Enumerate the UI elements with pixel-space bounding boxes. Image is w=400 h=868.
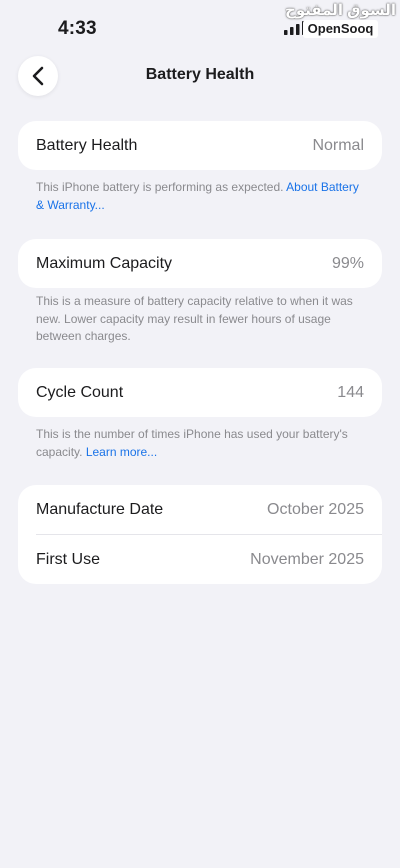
status-time: 4:33	[58, 18, 97, 39]
battery-health-footnote-text: This iPhone battery is performing as exp…	[36, 180, 287, 194]
status-bar: 4:33 4G السوق المفتوح OpenSooq	[0, 0, 400, 56]
manufacture-date-label: Manufacture Date	[36, 500, 164, 518]
battery-health-card: Battery Health Normal	[18, 121, 382, 170]
first-use-value: November 2025	[250, 550, 364, 568]
cycle-count-value: 144	[337, 383, 364, 401]
maximum-capacity-label: Maximum Capacity	[36, 254, 173, 272]
cycle-count-footnote-text: This is the number of times iPhone has u…	[36, 427, 348, 459]
dates-card: Manufacture Date October 2025 First Use …	[18, 485, 382, 584]
opensooq-watermark: السوق المفتوح OpenSooq	[285, 2, 396, 38]
learn-more-link[interactable]: Learn more...	[86, 445, 157, 459]
cycle-count-card: Cycle Count 144	[18, 368, 382, 417]
battery-health-label: Battery Health	[36, 136, 138, 154]
cycle-count-label: Cycle Count	[36, 383, 124, 401]
maximum-capacity-value: 99%	[331, 254, 364, 272]
manufacture-date-value: October 2025	[267, 500, 364, 518]
battery-health-value: Normal	[312, 136, 364, 154]
watermark-arabic-text: السوق المفتوح	[285, 2, 396, 19]
battery-health-row: Battery Health Normal	[18, 121, 382, 170]
cycle-count-row: Cycle Count 144	[18, 368, 382, 417]
battery-health-footnote: This iPhone battery is performing as exp…	[36, 179, 366, 214]
watermark-brand-text: OpenSooq	[302, 20, 379, 38]
first-use-label: First Use	[36, 550, 100, 568]
maximum-capacity-footnote: This is a measure of battery capacity re…	[36, 294, 353, 343]
page-title: Battery Health	[145, 66, 255, 83]
first-use-row: First Use November 2025	[18, 535, 382, 584]
manufacture-date-row: Manufacture Date October 2025	[18, 485, 382, 534]
maximum-capacity-row: Maximum Capacity 99%	[18, 239, 382, 288]
maximum-capacity-card: Maximum Capacity 99%	[18, 239, 382, 288]
cycle-count-footnote: This is the number of times iPhone has u…	[36, 426, 366, 461]
